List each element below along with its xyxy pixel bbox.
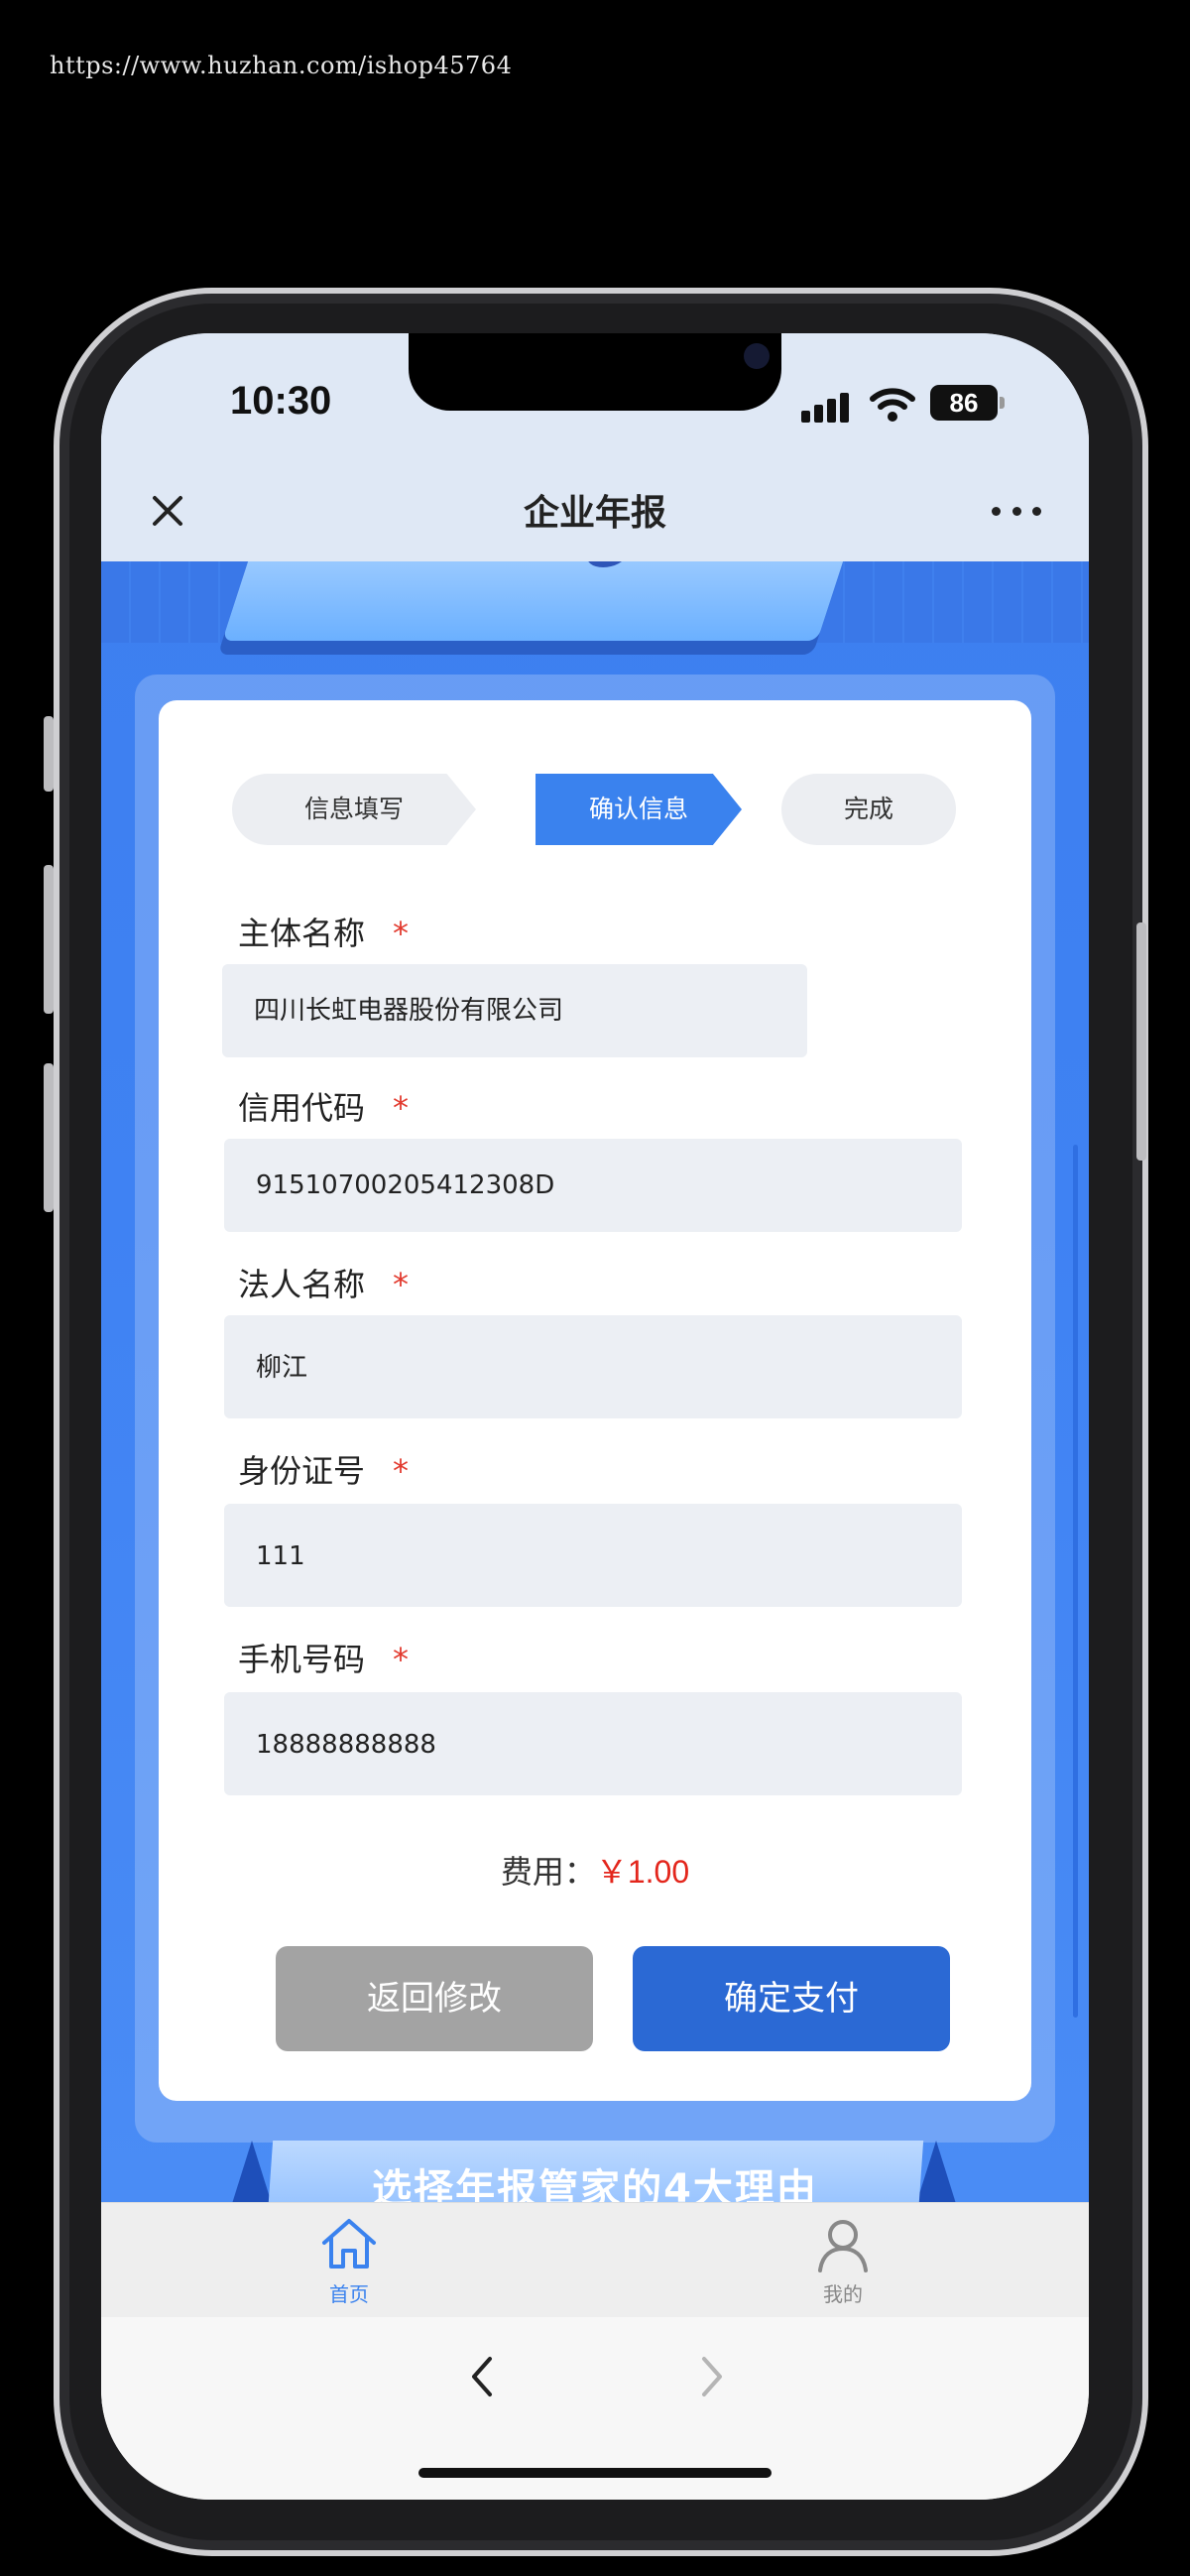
step-confirm-info: 确认信息 — [536, 774, 742, 845]
user-icon — [818, 2220, 868, 2272]
phone-power-button — [1136, 922, 1146, 1161]
entity-name-input[interactable]: 四川长虹电器股份有限公司 — [222, 964, 807, 1057]
more-icon[interactable] — [992, 500, 1041, 522]
scrollbar[interactable] — [1073, 1145, 1078, 2018]
field-label-id-number: 身份证号 * — [238, 1452, 410, 1490]
hero-banner — [101, 561, 1089, 643]
confirm-pay-button[interactable]: 确定支付 — [633, 1946, 950, 2051]
phone-input[interactable]: 18888888888 — [224, 1692, 962, 1795]
required-mark: * — [393, 1266, 410, 1303]
field-label-entity-name: 主体名称 * — [238, 915, 410, 952]
back-edit-button[interactable]: 返回修改 — [276, 1946, 593, 2051]
signal-icon — [801, 391, 855, 423]
tab-home-label: 首页 — [329, 2282, 369, 2306]
credit-code-input[interactable]: 91510700205412308D — [224, 1139, 962, 1232]
status-time: 10:30 — [230, 379, 332, 423]
tab-mine-label: 我的 — [823, 2282, 863, 2306]
form-card: 信息填写 确认信息 完成 主体名称 * 四川长虹电器股份有限公司 信用代码 * 91… — [159, 700, 1031, 2101]
step-progress: 信息填写 确认信息 完成 — [232, 774, 956, 845]
camera-icon — [744, 343, 770, 369]
home-indicator[interactable] — [418, 2468, 772, 2478]
nav-bar: 企业年报 — [101, 462, 1089, 561]
banner-illustration — [222, 561, 853, 641]
step-fill-info: 信息填写 — [232, 774, 476, 845]
chevron-right-icon[interactable] — [692, 2351, 732, 2402]
required-mark: * — [393, 1641, 410, 1678]
tab-mine[interactable]: 我的 — [783, 2213, 902, 2312]
home-icon — [322, 2219, 376, 2269]
field-label-legal-person: 法人名称 * — [238, 1266, 410, 1303]
fee-amount: ￥1.00 — [595, 1854, 690, 1890]
required-mark: * — [393, 915, 410, 952]
tab-bar: 首页 我的 — [101, 2202, 1089, 2318]
tab-home[interactable]: 首页 — [290, 2213, 409, 2312]
status-bar: 10:30 86 企业年报 — [101, 333, 1089, 561]
battery-indicator: 86 — [930, 385, 998, 421]
wifi-icon — [870, 388, 915, 422]
phone-silent-switch — [44, 716, 54, 792]
id-number-input[interactable]: 111 — [224, 1504, 962, 1607]
legal-person-input[interactable]: 柳江 — [224, 1315, 962, 1418]
fee-row: 费用：￥1.00 — [159, 1847, 1031, 1893]
page-title: 企业年报 — [523, 493, 666, 534]
page-content: 信息填写 确认信息 完成 主体名称 * 四川长虹电器股份有限公司 信用代码 * 91… — [101, 561, 1089, 2202]
phone-volume-down — [44, 1063, 54, 1212]
required-mark: * — [393, 1089, 410, 1127]
phone-screen: 10:30 86 企业年报 信息填写 确认信息 完成 主体名称 * 四川长虹电器… — [101, 333, 1089, 2500]
fee-label: 费用： — [500, 1853, 596, 1891]
dynamic-island — [409, 333, 781, 411]
field-label-credit-code: 信用代码 * — [238, 1089, 410, 1127]
field-label-phone: 手机号码 * — [238, 1641, 410, 1678]
step-complete: 完成 — [781, 774, 956, 845]
phone-volume-up — [44, 865, 54, 1014]
watermark-url: https://www.huzhan.com/ishop45764 — [50, 52, 513, 79]
chevron-left-icon[interactable] — [462, 2351, 502, 2402]
required-mark: * — [393, 1452, 410, 1490]
reasons-heading: 选择年报管家的4大理由 — [372, 2166, 818, 2202]
battery-cap-icon — [1000, 397, 1005, 409]
